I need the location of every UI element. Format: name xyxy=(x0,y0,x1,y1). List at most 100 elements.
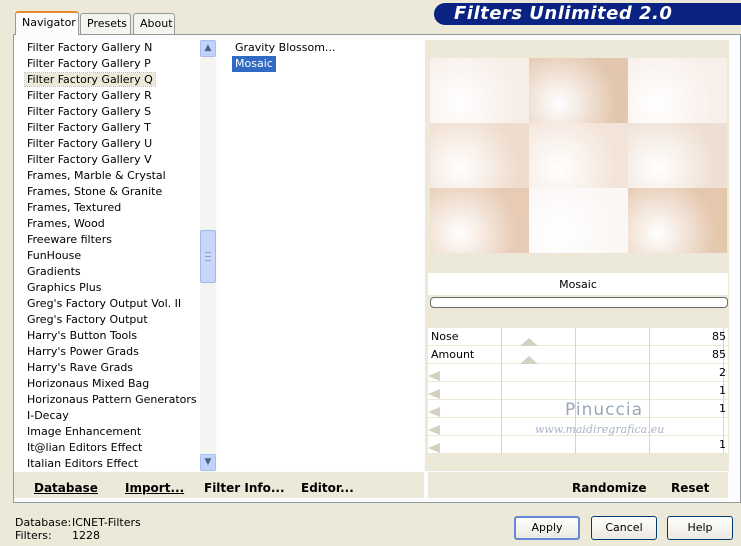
app-title: Filters Unlimited 2.0 xyxy=(454,3,673,24)
randomize-button[interactable]: Randomize xyxy=(572,481,646,495)
category-item-label: Greg's Factory Output xyxy=(27,313,148,326)
slider-thumb-icon[interactable] xyxy=(520,338,538,346)
category-item[interactable]: Filter Factory Gallery R xyxy=(14,88,200,104)
watermark-url: www.maidiregrafica.eu xyxy=(535,423,665,436)
category-item-label: Filter Factory Gallery T xyxy=(27,121,151,134)
watermark-name: Pinuccia xyxy=(565,400,643,420)
category-item[interactable]: Image Enhancement xyxy=(14,424,200,440)
preview-tile xyxy=(628,188,727,253)
apply-button-label: Apply xyxy=(531,521,563,534)
category-item[interactable]: Graphics Plus xyxy=(14,280,200,296)
slider-thumb-icon[interactable] xyxy=(428,371,440,381)
category-item[interactable]: Harry's Button Tools xyxy=(14,328,200,344)
category-item-label: Filter Factory Gallery N xyxy=(27,41,153,54)
preview-tile xyxy=(430,123,529,188)
category-item[interactable]: It@lian Editors Effect xyxy=(14,440,200,456)
category-item[interactable]: Harry's Rave Grads xyxy=(14,360,200,376)
slider-thumb-icon[interactable] xyxy=(428,389,440,399)
filter-info-button[interactable]: Filter Info... xyxy=(204,481,285,495)
category-scrollbar[interactable]: ▲ ▼ xyxy=(200,40,216,471)
category-item-label: Harry's Rave Grads xyxy=(27,361,134,374)
filter-name-label: Mosaic xyxy=(559,278,597,291)
randomize-button-label: Randomize xyxy=(572,481,647,495)
category-item[interactable]: FunHouse xyxy=(14,248,200,264)
param-slider[interactable]: 1 xyxy=(428,436,728,454)
cancel-button[interactable]: Cancel xyxy=(591,516,657,540)
status-filters-label: Filters: xyxy=(15,529,52,542)
category-item-label: It@lian Editors Effect xyxy=(27,441,143,454)
filter-item[interactable]: Gravity Blossom... xyxy=(232,40,423,56)
tab-about[interactable]: About xyxy=(133,13,175,34)
param-slider[interactable]: 1 xyxy=(428,382,728,400)
category-item-label: Filter Factory Gallery V xyxy=(27,153,152,166)
slider-ticks xyxy=(428,364,728,382)
reset-button[interactable]: Reset xyxy=(671,481,709,495)
preview-tile xyxy=(430,58,529,123)
tab-presets[interactable]: Presets xyxy=(80,13,131,34)
help-button[interactable]: Help xyxy=(667,516,733,540)
status-database-value: ICNET-Filters xyxy=(72,516,141,529)
editor-button[interactable]: Editor... xyxy=(301,481,354,495)
slider-thumb-icon[interactable] xyxy=(520,356,538,364)
tab-navigator[interactable]: Navigator xyxy=(15,11,79,35)
database-button[interactable]: Database xyxy=(34,481,98,495)
preview-tile xyxy=(430,188,529,253)
editor-button-label: Editor... xyxy=(301,481,354,495)
category-item[interactable]: I-Decay xyxy=(14,408,200,424)
chevron-down-icon: ▼ xyxy=(204,457,212,467)
category-item[interactable]: Horizonaus Pattern Generators xyxy=(14,392,200,408)
param-value: 85 xyxy=(712,348,726,361)
category-item[interactable]: Frames, Textured xyxy=(14,200,200,216)
category-item[interactable]: Filter Factory Gallery U xyxy=(14,136,200,152)
progress-bar xyxy=(430,297,728,308)
reset-button-label: Reset xyxy=(671,481,710,495)
param-slider[interactable]: Nose 85 xyxy=(428,328,728,346)
category-item[interactable]: Italian Editors Effect xyxy=(14,456,200,471)
category-item-label: Image Enhancement xyxy=(27,425,142,438)
scroll-up-button[interactable]: ▲ xyxy=(200,40,216,57)
category-item[interactable]: Harry's Power Grads xyxy=(14,344,200,360)
category-item-label: Gradients xyxy=(27,265,81,278)
category-item-label: Frames, Textured xyxy=(27,201,122,214)
import-button[interactable]: Import... xyxy=(125,481,184,495)
scroll-down-button[interactable]: ▼ xyxy=(200,454,216,471)
slider-thumb-icon[interactable] xyxy=(428,407,440,417)
category-item[interactable]: Frames, Marble & Crystal xyxy=(14,168,200,184)
category-item[interactable]: Frames, Stone & Granite xyxy=(14,184,200,200)
category-item[interactable]: Filter Factory Gallery V xyxy=(14,152,200,168)
filter-list[interactable]: Gravity Blossom... Mosaic xyxy=(219,40,423,471)
category-item-label: Harry's Button Tools xyxy=(27,329,138,342)
cancel-button-label: Cancel xyxy=(605,521,643,534)
param-slider[interactable]: 2 xyxy=(428,364,728,382)
category-item-label: Frames, Wood xyxy=(27,217,105,230)
param-label: Nose xyxy=(431,330,459,343)
preview-tile xyxy=(628,123,727,188)
preview-tile xyxy=(529,123,628,188)
category-item-label: Filter Factory Gallery U xyxy=(27,137,153,150)
category-item[interactable]: Filter Factory Gallery S xyxy=(14,104,200,120)
category-item[interactable]: Freeware filters xyxy=(14,232,200,248)
slider-ticks xyxy=(428,328,728,346)
category-item[interactable]: Filter Factory Gallery T xyxy=(14,120,200,136)
apply-button[interactable]: Apply xyxy=(514,516,580,540)
category-item[interactable]: Filter Factory Gallery N xyxy=(14,40,200,56)
category-item[interactable]: Frames, Wood xyxy=(14,216,200,232)
import-button-label: Import... xyxy=(125,481,185,495)
filter-item-label: Gravity Blossom... xyxy=(235,41,336,54)
slider-thumb-icon[interactable] xyxy=(428,425,440,435)
slider-thumb-icon[interactable] xyxy=(428,443,440,453)
category-item[interactable]: Greg's Factory Output xyxy=(14,312,200,328)
param-value: 1 xyxy=(719,384,726,397)
scroll-thumb[interactable] xyxy=(200,230,216,283)
category-item[interactable]: Gradients xyxy=(14,264,200,280)
category-item-label: Filter Factory Gallery P xyxy=(27,57,151,70)
category-list[interactable]: Filter Factory Gallery N Filter Factory G… xyxy=(14,40,200,471)
category-item[interactable]: Filter Factory Gallery P xyxy=(14,56,200,72)
category-item[interactable]: Horizonaus Mixed Bag xyxy=(14,376,200,392)
category-item-label: Freeware filters xyxy=(27,233,112,246)
category-item[interactable]: Greg's Factory Output Vol. II xyxy=(14,296,200,312)
param-slider[interactable]: Amount 85 xyxy=(428,346,728,364)
filter-item[interactable]: Mosaic xyxy=(232,56,423,72)
category-item-label: Greg's Factory Output Vol. II xyxy=(27,297,182,310)
category-item[interactable]: Filter Factory Gallery Q xyxy=(14,72,200,88)
